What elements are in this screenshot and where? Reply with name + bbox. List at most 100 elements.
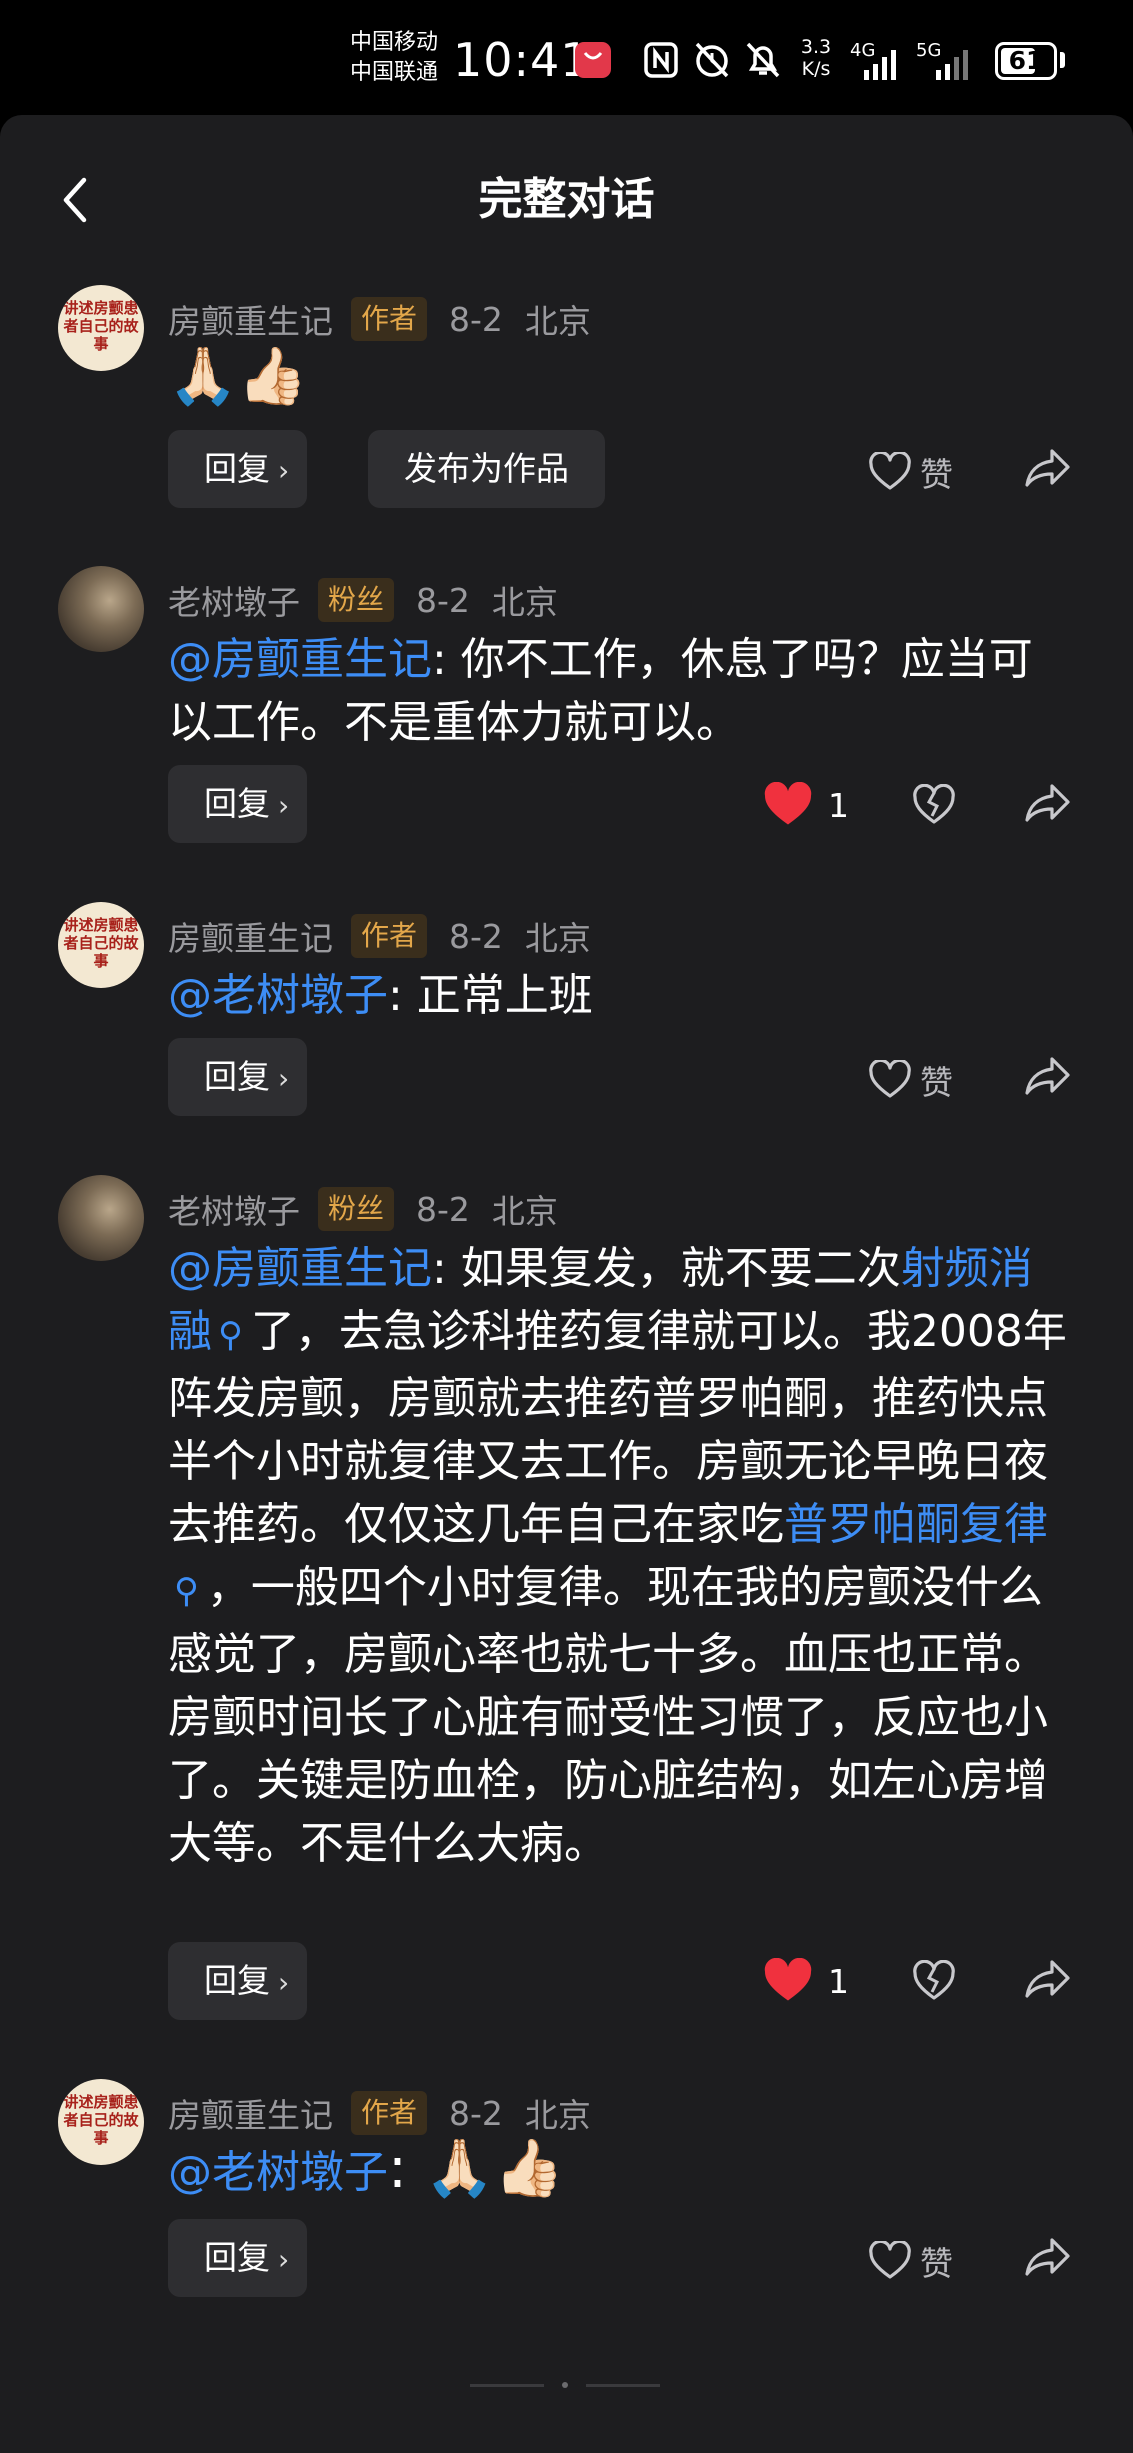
chevron-right-icon: ›	[278, 789, 290, 822]
like-button[interactable]: 赞	[868, 2237, 953, 2285]
comment-date: 8-2	[449, 916, 503, 956]
share-icon[interactable]	[1024, 782, 1072, 824]
signal-bars-2-icon	[936, 50, 968, 80]
reply-label: 回复	[204, 784, 270, 823]
comment-location: 北京	[524, 2096, 591, 2135]
reply-button[interactable]: 回复 ›	[168, 430, 308, 508]
like-button[interactable]: 赞	[868, 1056, 953, 1104]
comment-content: : 正常上班	[388, 970, 593, 1021]
avatar[interactable]	[58, 566, 144, 652]
comment-text: @老树墩子: 🙏🏻👍🏻	[168, 2137, 1068, 2204]
comment-date: 8-2	[449, 299, 503, 339]
username[interactable]: 房颤重生记	[168, 295, 333, 343]
signal-bars-1-icon	[864, 50, 896, 80]
mention-link[interactable]: @房颤重生记	[168, 1243, 432, 1294]
clock: 10:41	[453, 33, 591, 87]
comment-meta: 老树墩子 粉丝 8-2 北京	[168, 574, 558, 626]
like-button[interactable]: 1	[762, 1958, 849, 2004]
end-divider-right	[586, 2384, 660, 2387]
avatar[interactable]	[58, 1175, 144, 1261]
comment-meta: 房颤重生记 作者 8-2 北京	[168, 910, 591, 962]
avatar[interactable]: 讲述房颤患者自己的故事	[58, 285, 144, 371]
author-badge: 作者	[351, 297, 428, 341]
status-bar: 中国移动 中国联通 10:41 3.3 K/s 4G 5G 61	[0, 0, 1133, 120]
reply-button[interactable]: 回复 ›	[168, 1942, 308, 2020]
heart-outline-icon	[869, 2241, 911, 2279]
author-badge: 作者	[351, 914, 428, 958]
fan-badge: 粉丝	[318, 1187, 395, 1231]
heart-outline-icon	[869, 1060, 911, 1098]
share-icon[interactable]	[1024, 1055, 1072, 1097]
mention-link[interactable]: @老树墩子	[168, 970, 388, 1021]
battery-level: 61	[1008, 46, 1044, 75]
like-button[interactable]: 1	[762, 782, 849, 828]
comment-meta: 房颤重生记 作者 8-2 北京	[168, 2087, 591, 2139]
carrier-1: 中国移动	[350, 30, 439, 55]
alarm-off-icon	[695, 42, 729, 78]
chevron-right-icon: ›	[278, 2243, 290, 2276]
avatar[interactable]: 讲述房颤患者自己的故事	[58, 2079, 144, 2165]
avatar-text: 讲述房颤患者自己的故事	[63, 2093, 139, 2147]
comment-content-part-1: : 如果复发，就不要二次	[432, 1243, 901, 1294]
battery-indicator: 61	[995, 42, 1057, 80]
chevron-right-icon: ›	[278, 1966, 290, 1999]
end-dot	[562, 2382, 568, 2388]
mention-link[interactable]: @老树墩子	[168, 2147, 388, 2198]
reply-label: 回复	[204, 1961, 270, 2000]
author-badge: 作者	[351, 2091, 428, 2135]
like-label: 赞	[920, 1063, 953, 1102]
comment-text: 🙏🏻👍🏻	[168, 344, 308, 409]
battery-cap	[1060, 52, 1065, 68]
huawei-appgallery-icon	[575, 42, 611, 78]
reply-label: 回复	[204, 2238, 270, 2277]
comment-text: @房颤重生记: 你不工作，休息了吗？应当可以工作。不是重体力就可以。	[168, 628, 1068, 754]
carrier-2: 中国联通	[350, 60, 439, 85]
comment-date: 8-2	[449, 2093, 503, 2133]
page-title: 完整对话	[478, 174, 655, 225]
avatar[interactable]: 讲述房颤患者自己的故事	[58, 902, 144, 988]
chevron-right-icon: ›	[278, 1062, 290, 1095]
heart-filled-icon	[764, 782, 812, 825]
comment-location: 北京	[524, 919, 591, 958]
comment-content-part-3: ，一般四个小时复律。现在我的房颤没什么感觉了，房颤心率也就七十多。血压也正常。房…	[168, 1562, 1048, 1869]
search-keyword-link[interactable]: 普罗帕酮复律	[784, 1499, 1048, 1550]
like-label: 赞	[920, 455, 953, 494]
end-divider-left	[470, 2384, 544, 2387]
share-icon[interactable]	[1024, 447, 1072, 489]
comment-date: 8-2	[416, 1189, 470, 1229]
comment-text: @房颤重生记: 如果复发，就不要二次射频消融 ⚲ 了，去急诊科推药复律就可以。我20…	[168, 1237, 1068, 1875]
username[interactable]: 老树墩子	[168, 576, 300, 624]
reply-button[interactable]: 回复 ›	[168, 765, 308, 843]
net-speed-unit: K/s	[801, 58, 831, 80]
dislike-broken-heart-icon[interactable]	[912, 1960, 956, 2002]
heart-filled-icon	[764, 1958, 812, 2001]
search-icon: ⚲	[218, 1315, 243, 1355]
avatar-text: 讲述房颤患者自己的故事	[63, 299, 139, 353]
reply-button[interactable]: 回复 ›	[168, 1038, 308, 1116]
dislike-broken-heart-icon[interactable]	[912, 784, 956, 826]
reply-button[interactable]: 回复 ›	[168, 2219, 308, 2297]
like-button[interactable]: 赞	[868, 448, 953, 496]
bell-off-icon	[746, 42, 780, 78]
comment-meta: 老树墩子 粉丝 8-2 北京	[168, 1183, 558, 1235]
share-icon[interactable]	[1024, 1958, 1072, 2000]
mention-link[interactable]: @房颤重生记	[168, 634, 432, 685]
comment-date: 8-2	[416, 580, 470, 620]
username[interactable]: 房颤重生记	[168, 912, 333, 960]
comment-location: 北京	[491, 583, 558, 622]
username[interactable]: 房颤重生记	[168, 2089, 333, 2137]
comment-location: 北京	[491, 1192, 558, 1231]
avatar-text: 讲述房颤患者自己的故事	[63, 916, 139, 970]
carrier-names: 中国移动 中国联通	[350, 28, 438, 88]
search-icon: ⚲	[174, 1571, 199, 1611]
reply-label: 回复	[204, 1057, 270, 1096]
chevron-right-icon: ›	[278, 454, 290, 487]
like-label: 赞	[920, 2244, 953, 2283]
username[interactable]: 老树墩子	[168, 1185, 300, 1233]
share-icon[interactable]	[1024, 2236, 1072, 2278]
publish-as-work-button[interactable]: 发布为作品	[368, 430, 605, 508]
comment-location: 北京	[524, 302, 591, 341]
comment-meta: 房颤重生记 作者 8-2 北京	[168, 293, 591, 345]
reply-label: 回复	[204, 449, 270, 488]
nfc-icon	[644, 42, 678, 78]
